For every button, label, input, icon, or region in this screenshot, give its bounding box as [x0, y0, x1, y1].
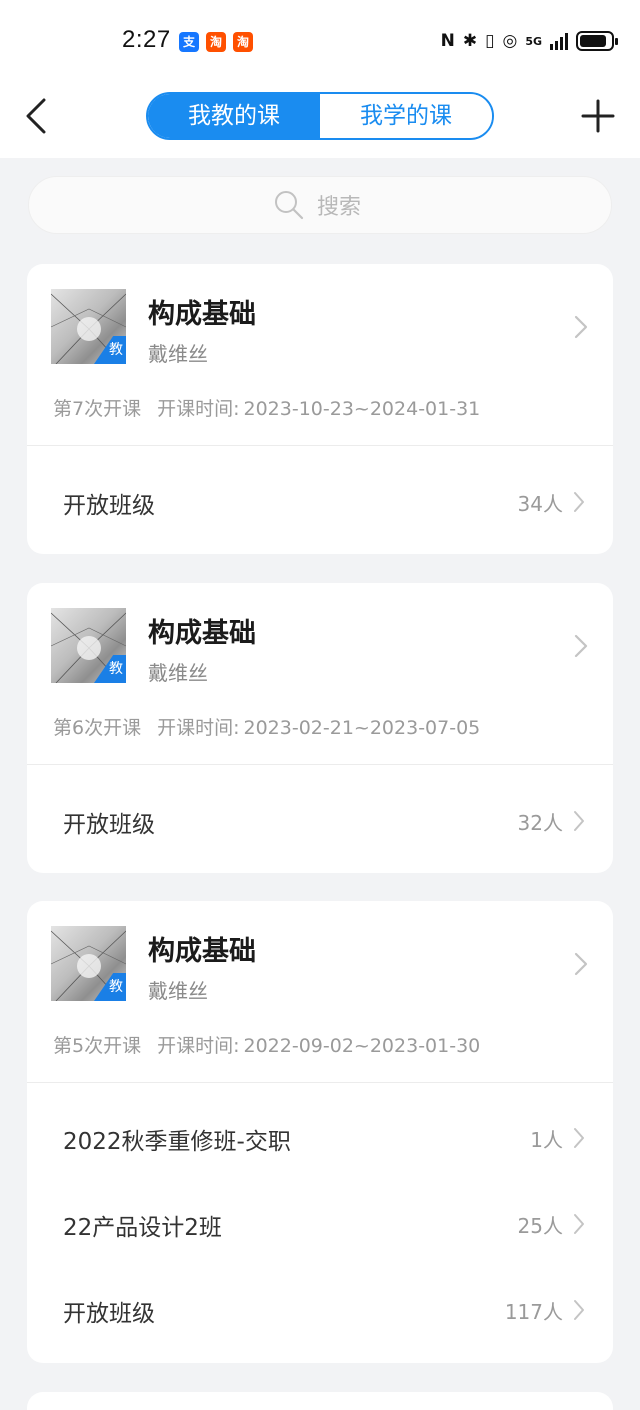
course-cover-image: 教	[51, 289, 126, 364]
course-meta: 第5次开课 开课时间: 2022-09-02~2023-01-30	[53, 1031, 496, 1058]
course-title: 构成基础	[148, 618, 256, 649]
bluetooth-icon: ✱	[462, 31, 478, 51]
divider	[27, 445, 613, 446]
vibrate-icon: ▯	[485, 31, 495, 51]
course-header[interactable]: 教 构成基础 戴维丝 第7次开课 开课时间: 2023-10-23~2024-01-…	[27, 264, 613, 445]
hotspot-icon: ◎	[502, 31, 518, 51]
course-time-label: 开课时间:	[157, 717, 240, 739]
course-session: 第7次开课	[53, 398, 142, 420]
class-row[interactable]: 2022秋季重修班-交职 1人	[27, 1096, 613, 1182]
chevron-right-icon	[574, 952, 588, 976]
tab-teaching-courses[interactable]: 我教的课	[148, 94, 320, 138]
class-name: 开放班级	[63, 493, 155, 519]
tab-learning-courses[interactable]: 我学的课	[320, 94, 492, 138]
course-title: 构成基础	[148, 936, 256, 967]
search-bar[interactable]: 搜索	[28, 176, 612, 234]
course-role-switch: 我教的课 我学的课	[146, 92, 494, 140]
course-card: 教 构成基础 戴维丝 第6次开课 开课时间: 2023-02-21~2023-07-…	[27, 583, 613, 873]
taobao-app-icon-2: 淘	[233, 32, 253, 52]
class-name: 开放班级	[63, 1301, 155, 1327]
course-card: 教 构成基础 戴维丝 第5次开课 开课时间: 2022-09-02~2023-01-…	[27, 901, 613, 1363]
class-name: 2022秋季重修班-交职	[63, 1129, 291, 1155]
nav-bar: 我教的课 我学的课	[0, 80, 640, 158]
battery-icon	[576, 31, 618, 51]
plus-icon	[581, 99, 615, 133]
signal-icon	[550, 32, 568, 50]
course-teacher: 戴维丝	[148, 342, 208, 366]
divider	[27, 764, 613, 765]
network-type-label: 5G	[525, 34, 542, 48]
course-card-partial[interactable]	[27, 1392, 613, 1410]
class-student-count: 34人	[517, 492, 563, 516]
chevron-right-icon	[574, 1128, 584, 1148]
status-icons: N ✱ ▯ ◎ 5G	[440, 28, 618, 54]
back-button[interactable]	[22, 94, 58, 138]
class-row[interactable]: 22产品设计2班 25人	[27, 1182, 613, 1268]
course-time-label: 开课时间:	[157, 398, 240, 420]
course-cover-image: 教	[51, 926, 126, 1001]
class-student-count: 25人	[517, 1214, 563, 1238]
course-time-range: 2023-10-23~2024-01-31	[243, 398, 481, 420]
taobao-app-icon: 淘	[206, 32, 226, 52]
class-student-count: 117人	[504, 1300, 563, 1324]
search-icon	[275, 191, 304, 220]
course-title: 构成基础	[148, 299, 256, 330]
course-meta: 第6次开课 开课时间: 2023-02-21~2023-07-05	[53, 713, 496, 740]
class-row[interactable]: 开放班级 32人	[27, 779, 613, 865]
course-teacher: 戴维丝	[148, 979, 208, 1003]
chevron-right-icon	[574, 315, 588, 339]
alipay-app-icon: 支	[179, 32, 199, 52]
course-cover-image: 教	[51, 608, 126, 683]
course-time-label: 开课时间:	[157, 1035, 240, 1057]
chevron-right-icon	[574, 492, 584, 512]
class-student-count: 1人	[530, 1128, 563, 1152]
divider	[27, 1082, 613, 1083]
course-teacher: 戴维丝	[148, 661, 208, 685]
course-card: 教 构成基础 戴维丝 第7次开课 开课时间: 2023-10-23~2024-01-…	[27, 264, 613, 554]
chevron-right-icon	[574, 1300, 584, 1320]
course-time-range: 2022-09-02~2023-01-30	[243, 1035, 481, 1057]
chevron-right-icon	[574, 634, 588, 658]
add-course-button[interactable]	[580, 96, 616, 136]
class-student-count: 32人	[517, 811, 563, 835]
course-header[interactable]: 教 构成基础 戴维丝 第6次开课 开课时间: 2023-02-21~2023-07-…	[27, 583, 613, 764]
search-placeholder: 搜索	[317, 195, 362, 220]
course-session: 第6次开课	[53, 717, 142, 739]
class-row[interactable]: 开放班级 34人	[27, 460, 613, 546]
class-row[interactable]: 开放班级 117人	[27, 1268, 613, 1354]
nfc-icon: N	[440, 31, 455, 51]
course-time-range: 2023-02-21~2023-07-05	[243, 717, 481, 739]
chevron-right-icon	[574, 811, 584, 831]
chevron-right-icon	[574, 1214, 584, 1234]
class-name: 22产品设计2班	[63, 1215, 222, 1241]
status-time: 2:27	[122, 26, 171, 53]
course-session: 第5次开课	[53, 1035, 142, 1057]
class-name: 开放班级	[63, 812, 155, 838]
back-arrow-icon	[26, 98, 46, 134]
course-header[interactable]: 教 构成基础 戴维丝 第5次开课 开课时间: 2022-09-02~2023-01-…	[27, 901, 613, 1082]
course-meta: 第7次开课 开课时间: 2023-10-23~2024-01-31	[53, 394, 496, 421]
status-bar: 2:27 支 淘 淘 N ✱ ▯ ◎ 5G	[0, 0, 640, 80]
